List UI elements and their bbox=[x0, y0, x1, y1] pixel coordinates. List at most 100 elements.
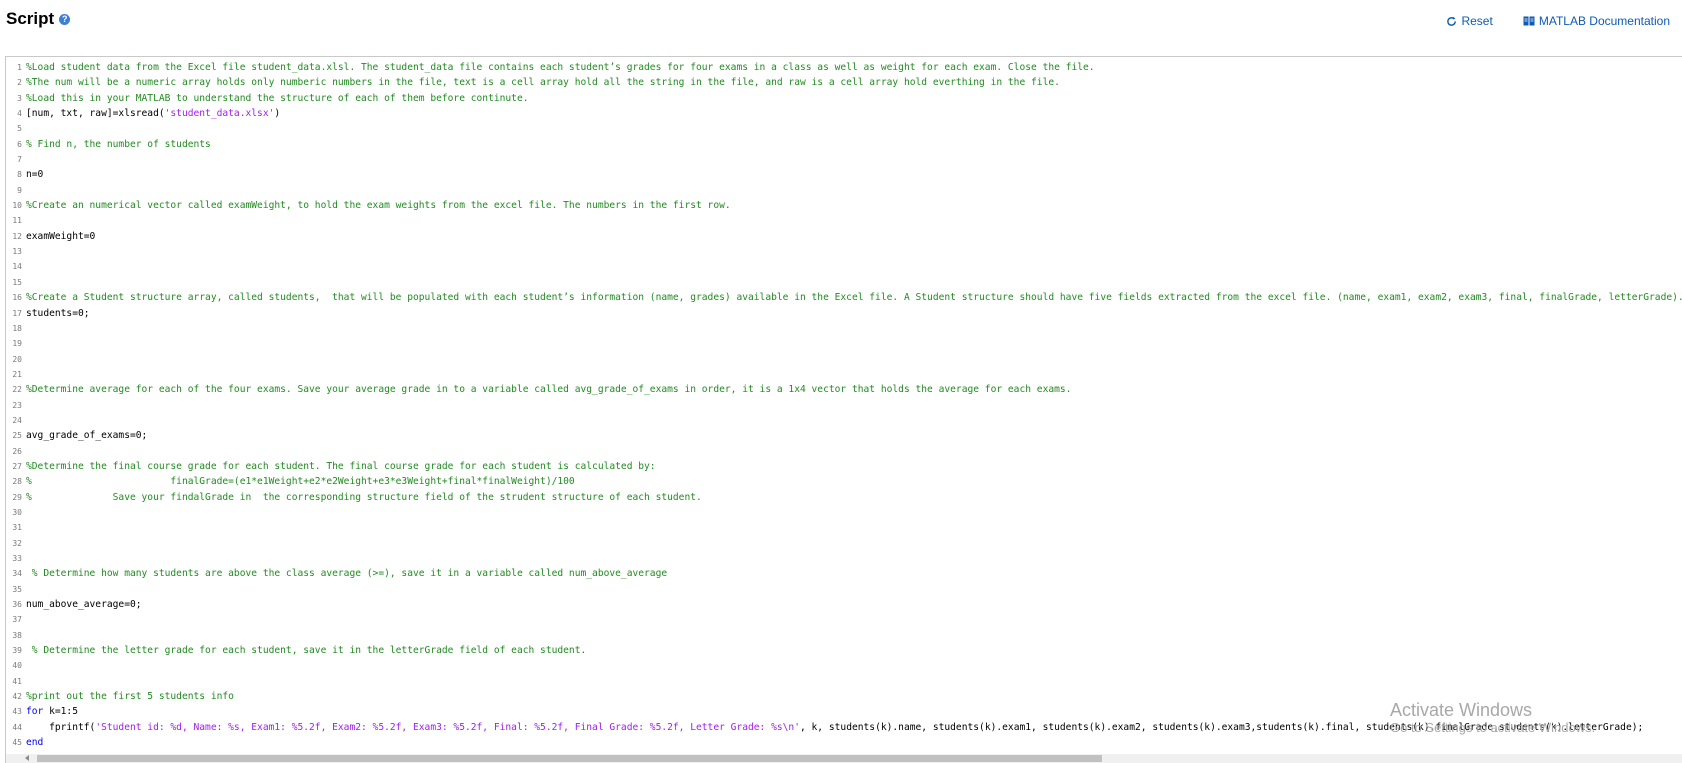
help-icon[interactable]: ? bbox=[59, 13, 71, 25]
line-number: 9 bbox=[17, 185, 22, 195]
code-text: num_above_average=0; bbox=[26, 599, 142, 611]
code-string: 'Student id: %d, Name: %s, Exam1: %5.2f,… bbox=[95, 721, 800, 733]
code-text: examWeight=0 bbox=[26, 230, 96, 242]
code-comment: %Load student data from the Excel file s… bbox=[26, 62, 1095, 73]
line-number: 5 bbox=[17, 124, 22, 134]
scroll-left-arrow-icon[interactable] bbox=[25, 755, 29, 761]
matlab-documentation-link[interactable]: MATLAB Documentation bbox=[1523, 14, 1670, 28]
code-line[interactable] bbox=[26, 367, 1682, 382]
line-number: 40 bbox=[12, 661, 22, 671]
code-comment: % Save your findalGrade in the correspon… bbox=[26, 491, 702, 503]
code-line[interactable]: %Load student data from the Excel file s… bbox=[26, 60, 1682, 75]
line-number: 20 bbox=[12, 354, 22, 364]
line-number: 1 bbox=[17, 63, 22, 72]
code-line[interactable]: %Create an numerical vector called examW… bbox=[26, 198, 1682, 213]
reset-button[interactable]: Reset bbox=[1446, 14, 1493, 28]
code-comment: %Load this in your MATLAB to understand … bbox=[26, 92, 529, 104]
code-comment: % Determine the letter grade for each st… bbox=[26, 645, 587, 657]
line-number: 45 bbox=[12, 738, 22, 748]
code-line[interactable] bbox=[26, 259, 1682, 274]
code-line[interactable]: students=0; bbox=[26, 306, 1682, 321]
code-line[interactable] bbox=[26, 536, 1682, 551]
code-line[interactable] bbox=[26, 612, 1682, 627]
code-line[interactable]: avg_grade_of_exams=0; bbox=[26, 428, 1682, 443]
code-line[interactable]: num_above_average=0; bbox=[26, 597, 1682, 612]
code-line[interactable] bbox=[26, 551, 1682, 566]
code-line[interactable] bbox=[26, 505, 1682, 520]
code-line[interactable]: %Determine the final course grade for ea… bbox=[26, 459, 1682, 474]
code-line[interactable]: n=0 bbox=[26, 167, 1682, 182]
line-number: 2 bbox=[17, 78, 22, 88]
line-number: 27 bbox=[12, 461, 22, 471]
code-comment: %The num will be a numeric array holds o… bbox=[26, 77, 1060, 89]
code-line[interactable] bbox=[26, 321, 1682, 336]
page-title: Script ? bbox=[6, 9, 71, 29]
code-line[interactable] bbox=[26, 152, 1682, 167]
code-line[interactable]: %The num will be a numeric array holds o… bbox=[26, 75, 1682, 90]
horizontal-scrollbar[interactable] bbox=[6, 754, 1682, 763]
code-text: n=0 bbox=[26, 169, 44, 181]
code-line[interactable]: %Determine average for each of the four … bbox=[26, 382, 1682, 397]
code-line[interactable]: %Create a Student structure array, calle… bbox=[26, 290, 1682, 305]
line-number: 38 bbox=[12, 630, 22, 640]
reset-label: Reset bbox=[1461, 14, 1493, 28]
code-line[interactable]: [num, txt, raw]=xlsread('student_data.xl… bbox=[26, 106, 1682, 121]
code-area[interactable]: %Load student data from the Excel file s… bbox=[26, 60, 1682, 750]
code-line[interactable]: %Load this in your MATLAB to understand … bbox=[26, 91, 1682, 106]
line-number: 16 bbox=[12, 293, 22, 303]
line-number: 42 bbox=[12, 692, 22, 702]
code-line[interactable]: examWeight=0 bbox=[26, 229, 1682, 244]
code-line[interactable]: % Determine how many students are above … bbox=[26, 566, 1682, 581]
code-line[interactable] bbox=[26, 658, 1682, 673]
line-number: 37 bbox=[12, 615, 22, 625]
code-text: fprintf( bbox=[26, 721, 96, 733]
code-line[interactable]: % finalGrade=(e1*e1Weight+e2*e2Weight+e3… bbox=[26, 474, 1682, 489]
code-comment: %Create a Student structure array, calle… bbox=[26, 292, 1682, 304]
code-line[interactable] bbox=[26, 244, 1682, 259]
code-line[interactable] bbox=[26, 398, 1682, 413]
line-number: 21 bbox=[12, 369, 22, 379]
watermark-subtitle: Go to Settings to activate Windows. bbox=[1390, 720, 1596, 735]
line-number: 15 bbox=[12, 277, 22, 287]
line-number: 3 bbox=[17, 93, 22, 103]
line-number: 19 bbox=[12, 339, 22, 349]
code-comment: %Determine average for each of the four … bbox=[26, 384, 1072, 396]
code-line[interactable] bbox=[26, 444, 1682, 459]
line-number: 34 bbox=[12, 569, 22, 579]
line-number: 41 bbox=[12, 676, 22, 686]
code-text: avg_grade_of_exams=0; bbox=[26, 430, 148, 442]
code-line[interactable] bbox=[26, 520, 1682, 535]
line-number: 24 bbox=[12, 415, 22, 425]
code-comment: %Create an numerical vector called examW… bbox=[26, 200, 731, 212]
code-line[interactable]: end bbox=[26, 735, 1682, 750]
scrollbar-thumb[interactable] bbox=[37, 755, 1102, 762]
code-line[interactable] bbox=[26, 336, 1682, 351]
code-line[interactable] bbox=[26, 582, 1682, 597]
code-line[interactable] bbox=[26, 628, 1682, 643]
code-line[interactable] bbox=[26, 352, 1682, 367]
code-line[interactable] bbox=[26, 275, 1682, 290]
doc-label: MATLAB Documentation bbox=[1538, 14, 1670, 28]
code-line[interactable]: % Find n, the number of students bbox=[26, 137, 1682, 152]
line-number: 32 bbox=[12, 538, 22, 548]
script-header: Script ? Reset MATLAB Documentation bbox=[0, 0, 1682, 55]
line-number: 8 bbox=[17, 170, 22, 180]
line-number: 23 bbox=[12, 400, 22, 410]
header-actions: Reset MATLAB Documentation bbox=[1446, 14, 1670, 28]
code-editor[interactable]: 1 2 3 4 5 6 7 8 9 10 11 12 13 14 15 16 17 18 19 20 21 22 23 24 2… bbox=[5, 56, 1682, 763]
code-line[interactable]: % Save your findalGrade in the correspon… bbox=[26, 490, 1682, 505]
code-line[interactable] bbox=[26, 213, 1682, 228]
code-text: k=1:5 bbox=[43, 706, 78, 718]
line-number: 30 bbox=[12, 507, 22, 517]
line-number: 4 bbox=[17, 109, 22, 119]
code-line[interactable] bbox=[26, 674, 1682, 689]
code-line[interactable] bbox=[26, 413, 1682, 428]
line-number: 36 bbox=[12, 600, 22, 610]
code-line[interactable] bbox=[26, 121, 1682, 136]
code-line[interactable]: % Determine the letter grade for each st… bbox=[26, 643, 1682, 658]
code-keyword: end bbox=[26, 737, 44, 749]
code-comment: %Determine the final course grade for ea… bbox=[26, 460, 656, 472]
code-comment: % finalGrade=(e1*e1Weight+e2*e2Weight+e3… bbox=[26, 476, 575, 488]
code-line[interactable] bbox=[26, 183, 1682, 198]
line-number: 13 bbox=[12, 247, 22, 257]
